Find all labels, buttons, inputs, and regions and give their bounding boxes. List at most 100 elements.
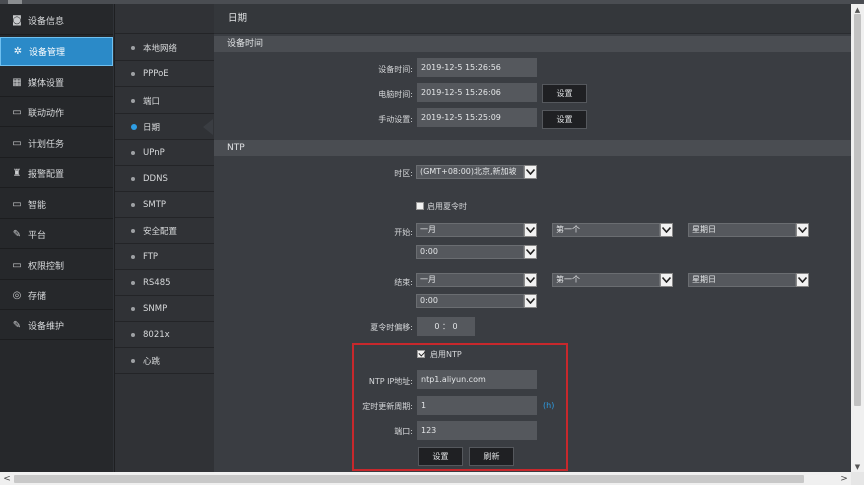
sidebar-item-label: 设备维护 — [28, 321, 65, 332]
chevron-down-icon[interactable] — [524, 273, 537, 287]
submenu-item-label: SMTP — [143, 199, 167, 210]
submenu-item-ftp[interactable]: FTP — [115, 244, 215, 270]
chevron-down-icon[interactable] — [524, 165, 537, 179]
dst-enable-label: 启用夏令时 — [427, 202, 467, 211]
vertical-scroll-thumb[interactable] — [854, 14, 861, 406]
dst-offset-input[interactable]: 0 ： 0 — [417, 317, 475, 336]
dst-enable-checkbox[interactable] — [416, 202, 424, 210]
scroll-left-icon[interactable]: < — [1, 472, 13, 485]
ntp-set-button[interactable]: 设置 — [418, 447, 463, 466]
page-title: 日期 — [214, 4, 851, 34]
chevron-down-icon[interactable] — [796, 223, 809, 237]
dst-end-week-select[interactable]: 第一个 — [552, 273, 660, 287]
sidebar-item-alarm[interactable]: ♜ 报警配置 — [0, 159, 113, 188]
pc-time-set-button[interactable]: 设置 — [542, 84, 587, 103]
submenu-item-local-network[interactable]: 本地网络 — [115, 35, 215, 61]
link-action-icon: ▭ — [12, 106, 22, 118]
device-time-value: 2019-12-5 15:26:56 — [417, 58, 537, 77]
gear-icon: ✲ — [13, 46, 23, 57]
dst-start-month-select[interactable]: 一月 — [416, 223, 524, 237]
sidebar-item-schedule[interactable]: ▭ 计划任务 — [0, 129, 113, 158]
chevron-down-icon[interactable] — [524, 223, 537, 237]
sidebar-item-media-settings[interactable]: ▦ 媒体设置 — [0, 68, 113, 97]
ntp-period-input[interactable]: 1 — [417, 396, 537, 415]
submenu-item-label: FTP — [143, 251, 159, 262]
bullet-icon — [131, 150, 135, 155]
ntp-ip-input[interactable]: ntp1.aliyun.com — [417, 370, 537, 389]
sidebar-item-label: 智能 — [28, 200, 47, 211]
ntp-port-input[interactable]: 123 — [417, 421, 537, 440]
horizontal-scroll-thumb[interactable] — [14, 475, 804, 483]
sidebar-item-device-info[interactable]: ◙ 设备信息 — [0, 6, 113, 35]
dst-start-week-select[interactable]: 第一个 — [552, 223, 660, 237]
bullet-icon — [131, 45, 135, 50]
submenu-item-date[interactable]: 日期 — [115, 114, 215, 140]
sidebar-item-label: 平台 — [28, 230, 47, 241]
storage-icon: ◎ — [12, 289, 22, 301]
section-ntp: NTP — [214, 140, 851, 156]
submenu-pointer — [203, 119, 213, 135]
ntp-port-label: 端口: — [394, 427, 413, 436]
wrench-icon: ✎ — [12, 319, 22, 331]
submenu-item-snmp[interactable]: SNMP — [115, 296, 215, 322]
ntp-period-label: 定时更新周期: — [362, 402, 413, 411]
sidebar-item-label: 设备信息 — [28, 16, 65, 27]
submenu-item-port[interactable]: 端口 — [115, 88, 215, 114]
scrollbar-corner — [851, 472, 864, 485]
manual-time-set-button[interactable]: 设置 — [542, 110, 587, 129]
submenu-item-8021x[interactable]: 8021x — [115, 322, 215, 348]
dst-start-time-select[interactable]: 0:00 — [416, 245, 524, 259]
manual-time-input[interactable]: 2019-12-5 15:25:09 — [417, 108, 537, 127]
dst-end-label: 结束: — [394, 278, 413, 287]
chevron-down-icon[interactable] — [524, 294, 537, 308]
monitor-icon: ▭ — [12, 198, 22, 210]
sidebar-item-label: 报警配置 — [28, 169, 65, 180]
submenu: 本地网络 PPPoE 端口 日期 UPnP DDNS SMTP 安全配置 FTP… — [114, 4, 215, 472]
sidebar-item-label: 联动动作 — [28, 108, 65, 119]
sidebar-item-label: 存储 — [28, 291, 47, 302]
chevron-down-icon[interactable] — [660, 273, 673, 287]
sidebar-item-smart[interactable]: ▭ 智能 — [0, 190, 113, 219]
ntp-refresh-button[interactable]: 刷新 — [469, 447, 514, 466]
submenu-item-label: 本地网络 — [143, 43, 178, 54]
chevron-down-icon[interactable] — [796, 273, 809, 287]
timezone-label: 时区: — [394, 169, 413, 178]
submenu-item-label: SNMP — [143, 303, 168, 314]
sidebar-item-maintenance[interactable]: ✎ 设备维护 — [0, 311, 113, 340]
enable-ntp-label: 启用NTP — [430, 350, 462, 359]
dst-start-label: 开始: — [394, 228, 413, 237]
chevron-down-icon[interactable] — [524, 245, 537, 259]
ntp-ip-label: NTP IP地址: — [368, 377, 413, 386]
submenu-item-label: RS485 — [143, 277, 171, 288]
camera-icon: ◙ — [12, 14, 22, 26]
submenu-item-security[interactable]: 安全配置 — [115, 218, 215, 244]
submenu-item-smtp[interactable]: SMTP — [115, 192, 215, 218]
ntp-period-unit: (h) — [543, 401, 555, 410]
timezone-select[interactable]: (GMT+08:00)北京,新加坡 — [416, 165, 524, 179]
sidebar-item-device-management[interactable]: ✲ 设备管理 — [0, 37, 113, 66]
bullet-icon — [131, 332, 135, 337]
sidebar-item-permission[interactable]: ▭ 权限控制 — [0, 251, 113, 280]
sidebar-item-linkage[interactable]: ▭ 联动动作 — [0, 98, 113, 127]
chevron-down-icon[interactable] — [660, 223, 673, 237]
submenu-item-heartbeat[interactable]: 心跳 — [115, 348, 215, 374]
scroll-down-icon[interactable]: ▼ — [851, 461, 864, 472]
sidebar-item-platform[interactable]: ✎ 平台 — [0, 220, 113, 249]
dst-end-month-select[interactable]: 一月 — [416, 273, 524, 287]
sidebar-item-storage[interactable]: ◎ 存储 — [0, 281, 113, 310]
dst-start-day-select[interactable]: 星期日 — [688, 223, 796, 237]
sidebar: ◙ 设备信息 ✲ 设备管理 ▦ 媒体设置 ▭ 联动动作 ▭ 计划任务 ♜ 报警配置 ▭ 智能 … — [0, 4, 113, 472]
submenu-item-pppoe[interactable]: PPPoE — [115, 61, 215, 87]
bullet-icon — [131, 280, 135, 285]
dst-offset-label: 夏令时偏移: — [370, 323, 413, 332]
submenu-item-label: 安全配置 — [143, 226, 178, 237]
dst-end-day-select[interactable]: 星期日 — [688, 273, 796, 287]
bullet-icon — [131, 254, 135, 259]
dst-end-time-select[interactable]: 0:00 — [416, 294, 524, 308]
submenu-item-ddns[interactable]: DDNS — [115, 166, 215, 192]
submenu-item-label: UPnP — [143, 147, 165, 158]
submenu-item-rs485[interactable]: RS485 — [115, 270, 215, 296]
submenu-item-upnp[interactable]: UPnP — [115, 140, 215, 166]
scroll-right-icon[interactable]: > — [838, 472, 850, 485]
enable-ntp-checkbox[interactable] — [417, 350, 425, 358]
